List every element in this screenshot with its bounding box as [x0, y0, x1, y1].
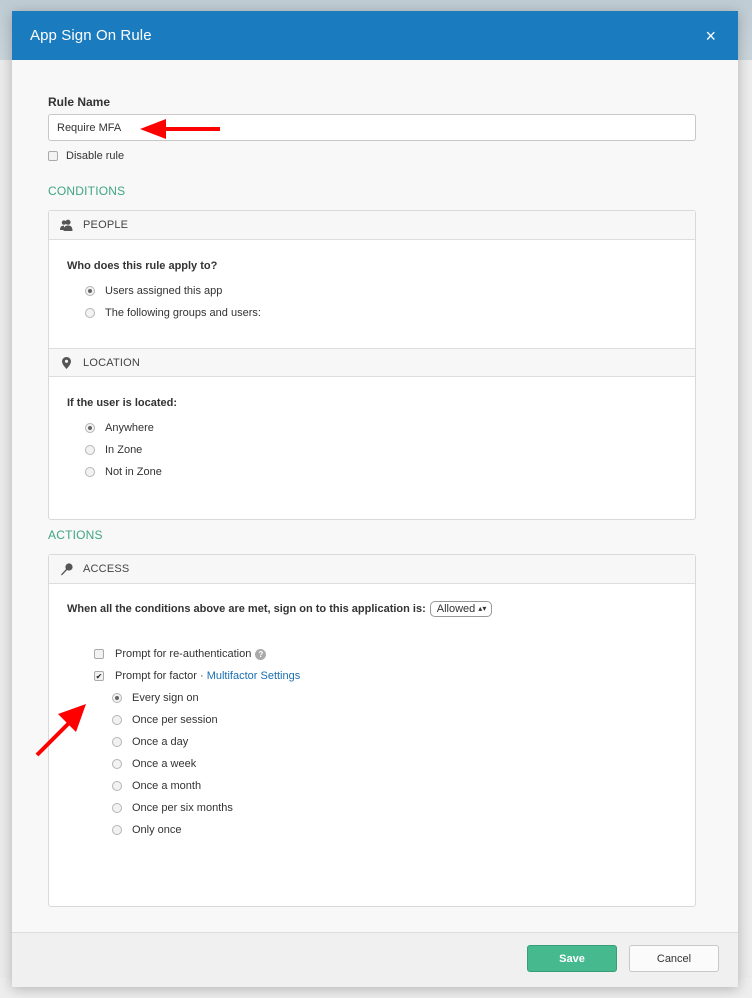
people-header-label: PEOPLE: [83, 219, 129, 231]
option-label: Once a day: [132, 736, 189, 748]
radio-once-per-session[interactable]: Once per session: [112, 709, 677, 731]
radio-button[interactable]: [85, 445, 95, 455]
radio-once-a-week[interactable]: Once a week: [112, 753, 677, 775]
actions-section-title: ACTIONS: [48, 528, 103, 542]
access-panel-body: When all the conditions above are met, s…: [49, 584, 695, 841]
modal-body: Rule Name Disable rule CONDITIONS PEOPLE…: [12, 60, 738, 932]
option-label: Only once: [132, 824, 182, 836]
disable-rule-checkbox[interactable]: Disable rule: [48, 150, 124, 162]
access-panel: ACCESS When all the conditions above are…: [48, 554, 696, 907]
radio-button[interactable]: [112, 737, 122, 747]
app-sign-on-rule-modal: App Sign On Rule × Rule Name Disable rul…: [12, 11, 738, 987]
people-icon: [59, 219, 73, 231]
radio-button[interactable]: [112, 715, 122, 725]
checkbox-checked[interactable]: ✔: [94, 671, 104, 681]
radio-once-per-six-months[interactable]: Once per six months: [112, 797, 677, 819]
people-panel: PEOPLE Who does this rule apply to? User…: [48, 210, 696, 350]
key-icon: [59, 562, 73, 576]
checkbox[interactable]: [94, 649, 104, 659]
access-header-label: ACCESS: [83, 563, 130, 575]
people-panel-body: Who does this rule apply to? Users assig…: [49, 240, 695, 324]
option-label: Every sign on: [132, 692, 199, 704]
factor-label: Prompt for factor ·: [115, 670, 207, 682]
frequency-options: Every sign on Once per session Once a da…: [94, 687, 677, 841]
option-label: Anywhere: [105, 422, 154, 434]
factor-checkbox-row[interactable]: ✔ Prompt for factor · Multifactor Settin…: [94, 665, 677, 687]
radio-once-a-day[interactable]: Once a day: [112, 731, 677, 753]
location-panel-header: LOCATION: [49, 348, 695, 377]
rule-name-label: Rule Name: [48, 95, 111, 109]
option-label: The following groups and users:: [105, 307, 261, 319]
radio-button[interactable]: [85, 467, 95, 477]
radio-only-once[interactable]: Only once: [112, 819, 677, 841]
map-pin-icon: [59, 356, 73, 369]
radio-once-a-month[interactable]: Once a month: [112, 775, 677, 797]
radio-button[interactable]: [85, 308, 95, 318]
modal-footer: Save Cancel: [12, 932, 738, 987]
location-question: If the user is located:: [67, 397, 178, 409]
radio-button[interactable]: [112, 781, 122, 791]
radio-not-in-zone[interactable]: Not in Zone: [85, 461, 677, 483]
select-arrows-icon: ▴▾: [478, 604, 487, 613]
access-select[interactable]: Allowed ▴▾: [429, 601, 493, 617]
option-label: Once per session: [132, 714, 218, 726]
option-label: Not in Zone: [105, 466, 162, 478]
close-icon[interactable]: ×: [705, 27, 716, 45]
radio-button[interactable]: [112, 803, 122, 813]
option-label: Once a week: [132, 758, 197, 770]
location-header-label: LOCATION: [83, 356, 141, 369]
radio-button[interactable]: [112, 759, 122, 769]
disable-rule-label: Disable rule: [66, 150, 125, 162]
radio-groups-and-users[interactable]: The following groups and users:: [85, 302, 677, 324]
radio-button[interactable]: [112, 825, 122, 835]
conditions-section-title: CONDITIONS: [48, 184, 126, 198]
access-statement: When all the conditions above are met, s…: [67, 603, 426, 615]
access-panel-header: ACCESS: [49, 555, 695, 584]
option-label: In Zone: [105, 444, 143, 456]
cancel-button[interactable]: Cancel: [629, 945, 719, 972]
save-button[interactable]: Save: [527, 945, 617, 972]
option-label: Once a month: [132, 780, 202, 792]
radio-users-assigned[interactable]: Users assigned this app: [85, 280, 677, 302]
radio-button[interactable]: [112, 693, 122, 703]
access-statement-row: When all the conditions above are met, s…: [67, 584, 677, 617]
people-panel-header: PEOPLE: [49, 211, 695, 240]
multifactor-settings-link[interactable]: Multifactor Settings: [207, 670, 301, 682]
access-select-value: Allowed: [436, 603, 476, 615]
help-icon[interactable]: ?: [255, 648, 267, 660]
radio-button[interactable]: [85, 286, 95, 296]
radio-button[interactable]: [85, 423, 95, 433]
modal-title: App Sign On Rule: [30, 27, 152, 44]
checkbox[interactable]: [48, 151, 58, 161]
radio-in-zone[interactable]: In Zone: [85, 439, 677, 461]
rule-name-input[interactable]: [48, 114, 696, 141]
people-question: Who does this rule apply to?: [67, 260, 218, 272]
option-label: Users assigned this app: [105, 285, 223, 297]
reauth-label: Prompt for re-authentication: [115, 648, 252, 660]
radio-anywhere[interactable]: Anywhere: [85, 417, 677, 439]
location-panel-body: If the user is located: Anywhere In Zone…: [49, 377, 695, 483]
radio-every-sign-on[interactable]: Every sign on: [112, 687, 677, 709]
reauth-checkbox-row[interactable]: Prompt for re-authentication ?: [94, 643, 677, 665]
background-right-edge: [738, 60, 752, 998]
location-panel: LOCATION If the user is located: Anywher…: [48, 348, 696, 520]
option-label: Once per six months: [132, 802, 233, 814]
modal-header: App Sign On Rule ×: [12, 11, 738, 60]
